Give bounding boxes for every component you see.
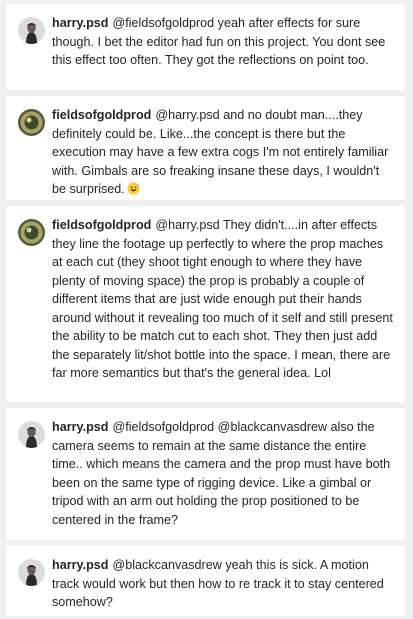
harry-avatar-icon bbox=[18, 421, 45, 448]
comment-body: harry.psd @fieldsofgoldprod yeah after ef… bbox=[52, 14, 395, 70]
comment-text: @fieldsofgoldprod @blackcanvasdrew also … bbox=[52, 420, 391, 527]
comment-username[interactable]: harry.psd bbox=[52, 420, 108, 434]
comment-body: fieldsofgoldprod @harry.psd and no doubt … bbox=[52, 106, 395, 199]
comment-feed: harry.psd @fieldsofgoldprod yeah after ef… bbox=[0, 0, 413, 619]
avatar[interactable] bbox=[18, 219, 45, 246]
comment-card: harry.psd @blackcanvasdrew yeah this is s… bbox=[6, 546, 405, 616]
harry-avatar-icon bbox=[18, 17, 45, 44]
fields-avatar-icon bbox=[18, 109, 45, 136]
comment-body: fieldsofgoldprod @harry.psd They didn't..… bbox=[52, 216, 395, 383]
avatar[interactable] bbox=[18, 109, 45, 136]
comment-card: harry.psd @fieldsofgoldprod yeah after ef… bbox=[6, 4, 405, 90]
comment-username[interactable]: fieldsofgoldprod bbox=[52, 108, 151, 122]
harry-avatar-icon bbox=[18, 559, 45, 586]
comment-body: harry.psd @blackcanvasdrew yeah this is s… bbox=[52, 556, 395, 612]
comment-text: @harry.psd They didn't....in after effec… bbox=[52, 218, 393, 380]
comment-username[interactable]: harry.psd bbox=[52, 558, 108, 572]
comment-card: harry.psd @fieldsofgoldprod @blackcanvasd… bbox=[6, 408, 405, 540]
comment-username[interactable]: harry.psd bbox=[52, 16, 108, 30]
comment-card: fieldsofgoldprod @harry.psd They didn't..… bbox=[6, 206, 405, 402]
comment-card: fieldsofgoldprod @harry.psd and no doubt … bbox=[6, 96, 405, 200]
avatar[interactable] bbox=[18, 559, 45, 586]
comment-username[interactable]: fieldsofgoldprod bbox=[52, 218, 151, 232]
avatar[interactable] bbox=[18, 17, 45, 44]
avatar[interactable] bbox=[18, 421, 45, 448]
comment-body: harry.psd @fieldsofgoldprod @blackcanvasd… bbox=[52, 418, 395, 529]
grinning-sweat-emoji-icon bbox=[127, 182, 140, 195]
fields-avatar-icon bbox=[18, 219, 45, 246]
